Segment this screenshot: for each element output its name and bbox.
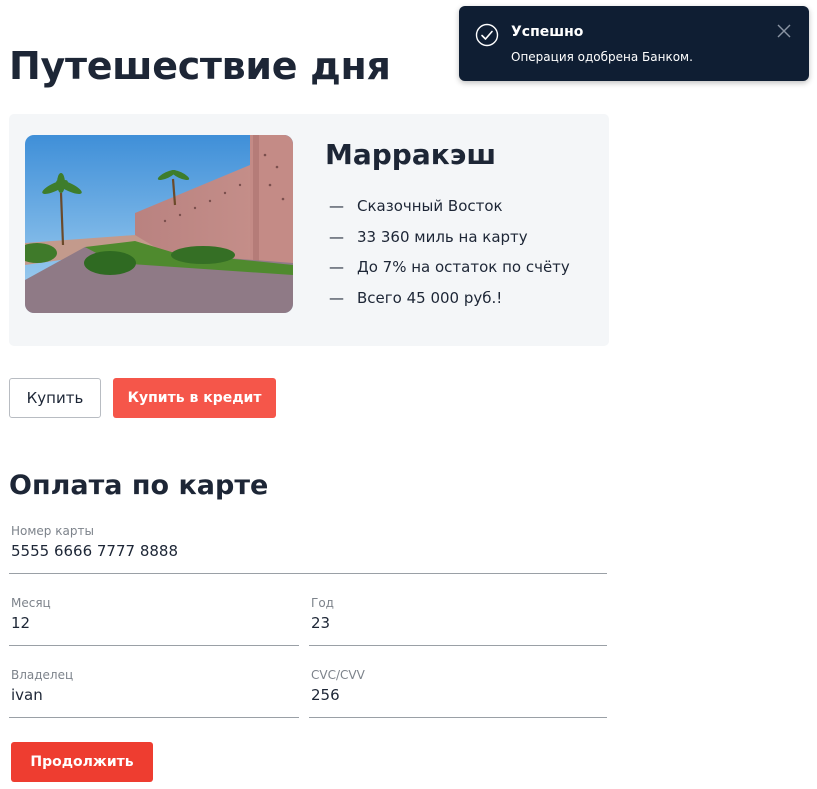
- card-number-input[interactable]: [11, 542, 580, 560]
- close-icon[interactable]: [775, 22, 793, 40]
- trip-title: Марракэш: [325, 138, 497, 171]
- continue-button[interactable]: Продолжить: [11, 742, 153, 782]
- owner-input[interactable]: [11, 686, 287, 704]
- trip-card: Марракэш — Сказочный Восток — 33 360 миль …: [9, 114, 609, 346]
- dash-icon: —: [329, 227, 344, 246]
- list-item: — 33 360 миль на карту: [329, 225, 570, 256]
- card-number-field: Номер карты: [9, 524, 607, 574]
- feature-text: 33 360 миль на карту: [357, 227, 528, 246]
- notification-message: Операция одобрена Банком.: [511, 50, 693, 64]
- month-field: Месяц: [9, 596, 299, 646]
- cvc-input[interactable]: [311, 686, 595, 704]
- cvc-field: CVC/CVV: [309, 668, 607, 718]
- month-input[interactable]: [11, 614, 287, 632]
- card-number-label: Номер карты: [11, 524, 94, 538]
- feature-text: До 7% на остаток по счёту: [357, 258, 570, 276]
- year-input[interactable]: [311, 614, 595, 632]
- owner-label: Владелец: [11, 668, 74, 682]
- trip-image: [25, 135, 293, 313]
- year-label: Год: [311, 596, 334, 610]
- feature-text: Всего 45 000 руб.!: [357, 288, 503, 307]
- owner-field: Владелец: [9, 668, 299, 718]
- notification-title: Успешно: [511, 24, 584, 40]
- feature-text: Сказочный Восток: [357, 197, 503, 215]
- buy-credit-button[interactable]: Купить в кредит: [113, 378, 276, 418]
- dash-icon: —: [329, 258, 344, 276]
- buy-button[interactable]: Купить: [9, 378, 101, 418]
- feature-list: — Сказочный Восток —33 360 миль на карту …: [329, 194, 570, 316]
- check-circle-icon: [475, 23, 499, 47]
- payment-title: Оплата по карте: [9, 470, 269, 501]
- list-item: — До 7% на остаток по счёту: [329, 255, 570, 286]
- list-item: — Сказочный Восток: [329, 194, 570, 225]
- dash-icon: —: [329, 288, 344, 307]
- cvc-label: CVC/CVV: [311, 668, 365, 682]
- page-title: Путешествие дня: [9, 44, 391, 88]
- dash-icon: —: [329, 197, 344, 215]
- list-item: — Всего 45 000 руб.!: [329, 286, 570, 317]
- month-label: Месяц: [11, 596, 51, 610]
- success-notification: Успешно Операция одобрена Банком.: [459, 6, 809, 81]
- year-field: Год: [309, 596, 607, 646]
